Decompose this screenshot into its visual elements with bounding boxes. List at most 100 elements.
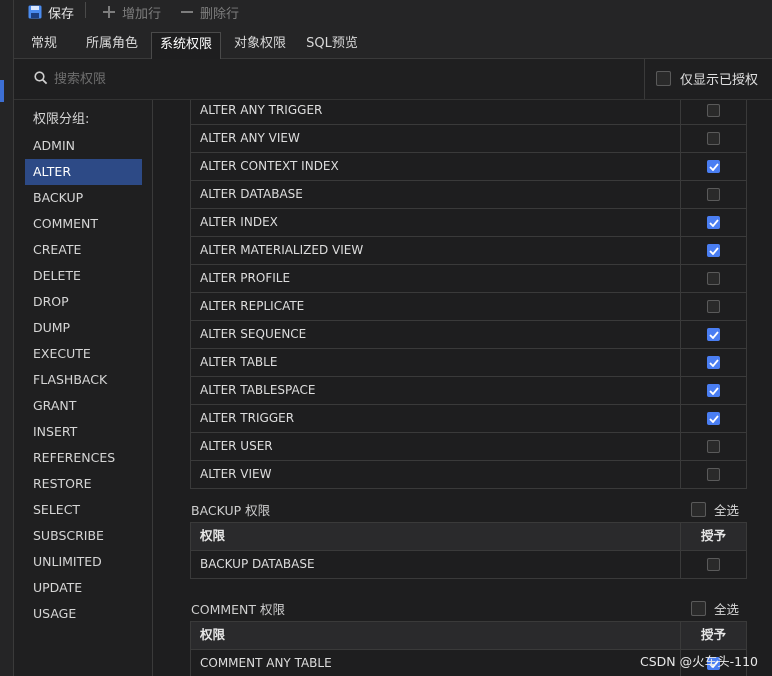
backup-select-all-checkbox[interactable] [691, 502, 706, 517]
grant-cell [681, 349, 746, 376]
sidebar-item-dump[interactable]: DUMP [25, 315, 142, 341]
sidebar-item-usage[interactable]: USAGE [25, 601, 142, 627]
search-icon [34, 71, 48, 85]
check-icon [708, 218, 719, 227]
column-header-privilege: 权限 [191, 523, 681, 550]
add-row-label: 增加行 [122, 6, 162, 22]
sidebar-item-unlimited[interactable]: UNLIMITED [25, 549, 142, 575]
table-row: ALTER TRIGGER [191, 404, 746, 432]
table-row: ALTER CONTEXT INDEX [191, 152, 746, 180]
table-row: ALTER DATABASE [191, 180, 746, 208]
save-label: 保存 [48, 6, 75, 22]
column-header-grant: 授予 [700, 627, 726, 642]
table-row: ALTER INDEX [191, 208, 746, 236]
sidebar-item-grant[interactable]: GRANT [25, 393, 142, 419]
privilege-name: ALTER VIEW [191, 461, 681, 488]
sidebar-item-subscribe[interactable]: SUBSCRIBE [25, 523, 142, 549]
grant-checkbox[interactable] [707, 468, 720, 481]
grant-checkbox[interactable] [707, 272, 720, 285]
privilege-group-sidebar: 权限分组: ADMIN ALTER BACKUP COMMENT CREATE … [14, 100, 153, 676]
privilege-name: ALTER REPLICATE [191, 293, 681, 320]
show-granted-only-toggle[interactable]: 仅显示已授权 [656, 69, 758, 88]
grant-checkbox[interactable] [707, 132, 720, 145]
privilege-name: ALTER ANY VIEW [191, 125, 681, 152]
grant-cell [681, 100, 746, 124]
grant-checkbox[interactable] [707, 160, 720, 173]
sidebar-item-admin[interactable]: ADMIN [25, 133, 142, 159]
check-icon [708, 386, 719, 395]
sidebar-item-drop[interactable]: DROP [25, 289, 142, 315]
comment-select-all-checkbox[interactable] [691, 601, 706, 616]
check-icon [708, 330, 719, 339]
privilege-name: ALTER TABLESPACE [191, 377, 681, 404]
backup-select-all[interactable]: 全选 [691, 500, 739, 519]
grant-checkbox[interactable] [707, 300, 720, 313]
show-granted-label: 仅显示已授权 [680, 73, 759, 88]
tab-general[interactable]: 常规 [22, 32, 66, 58]
left-edge-strip [0, 0, 14, 676]
privilege-name: ALTER MATERIALIZED VIEW [191, 237, 681, 264]
sidebar-item-alter[interactable]: ALTER [25, 159, 142, 185]
grant-checkbox[interactable] [707, 244, 720, 257]
grant-cell [681, 181, 746, 208]
search-divider [644, 59, 645, 99]
sidebar-item-insert[interactable]: INSERT [25, 419, 142, 445]
check-icon [708, 246, 719, 255]
select-all-label: 全选 [714, 602, 740, 617]
privilege-name: ALTER TRIGGER [191, 405, 681, 432]
tab-system-privileges[interactable]: 系统权限 [151, 32, 221, 59]
grant-checkbox[interactable] [707, 216, 720, 229]
grant-cell [681, 153, 746, 180]
tab-roles[interactable]: 所属角色 [78, 32, 146, 58]
alter-privilege-table: ALTER ANY TRIGGER ALTER ANY VIEW ALTER C… [190, 100, 747, 489]
grant-cell [681, 461, 746, 488]
tab-sql-preview[interactable]: SQL预览 [300, 32, 364, 58]
plus-icon [103, 6, 115, 18]
tab-bar: 常规 所属角色 系统权限 对象权限 SQL预览 [14, 26, 772, 59]
grant-checkbox[interactable] [707, 412, 720, 425]
table-row: ALTER VIEW [191, 460, 746, 488]
sidebar-item-references[interactable]: REFERENCES [25, 445, 142, 471]
show-granted-checkbox[interactable] [656, 71, 671, 86]
toolbar-divider [85, 2, 86, 18]
sidebar-item-execute[interactable]: EXECUTE [25, 341, 142, 367]
privilege-name: ALTER PROFILE [191, 265, 681, 292]
sidebar-item-select[interactable]: SELECT [25, 497, 142, 523]
minus-icon [181, 11, 193, 13]
sidebar-item-backup[interactable]: BACKUP [25, 185, 142, 211]
table-row: ALTER USER [191, 432, 746, 460]
table-header-row: 权限 授予 [191, 622, 746, 649]
grant-checkbox[interactable] [707, 440, 720, 453]
comment-select-all[interactable]: 全选 [691, 599, 739, 618]
search-input[interactable] [54, 67, 614, 91]
check-icon [708, 162, 719, 171]
delete-row-button[interactable]: 删除行 [180, 0, 239, 24]
table-row: ALTER ANY VIEW [191, 124, 746, 152]
grant-checkbox[interactable] [707, 328, 720, 341]
grant-checkbox[interactable] [707, 356, 720, 369]
table-row: ALTER PROFILE [191, 264, 746, 292]
check-icon [708, 414, 719, 423]
privilege-name: ALTER ANY TRIGGER [191, 100, 681, 124]
grant-cell [681, 433, 746, 460]
tab-object-privileges[interactable]: 对象权限 [226, 32, 294, 58]
sidebar-item-update[interactable]: UPDATE [25, 575, 142, 601]
backup-section-title: BACKUP 权限 [191, 503, 271, 518]
sidebar-item-flashback[interactable]: FLASHBACK [25, 367, 142, 393]
grant-cell [681, 405, 746, 432]
grant-checkbox[interactable] [707, 558, 720, 571]
add-row-button[interactable]: 增加行 [102, 0, 161, 24]
sidebar-item-delete[interactable]: DELETE [25, 263, 142, 289]
sidebar-item-comment[interactable]: COMMENT [25, 211, 142, 237]
left-edge-marker [0, 80, 4, 102]
grant-cell [681, 321, 746, 348]
save-button[interactable]: 保存 [28, 0, 74, 24]
grant-cell [681, 125, 746, 152]
sidebar-item-restore[interactable]: RESTORE [25, 471, 142, 497]
grant-checkbox[interactable] [707, 104, 720, 117]
grant-checkbox[interactable] [707, 188, 720, 201]
grant-cell [681, 209, 746, 236]
sidebar-item-create[interactable]: CREATE [25, 237, 142, 263]
grant-checkbox[interactable] [707, 384, 720, 397]
table-row: ALTER MATERIALIZED VIEW [191, 236, 746, 264]
